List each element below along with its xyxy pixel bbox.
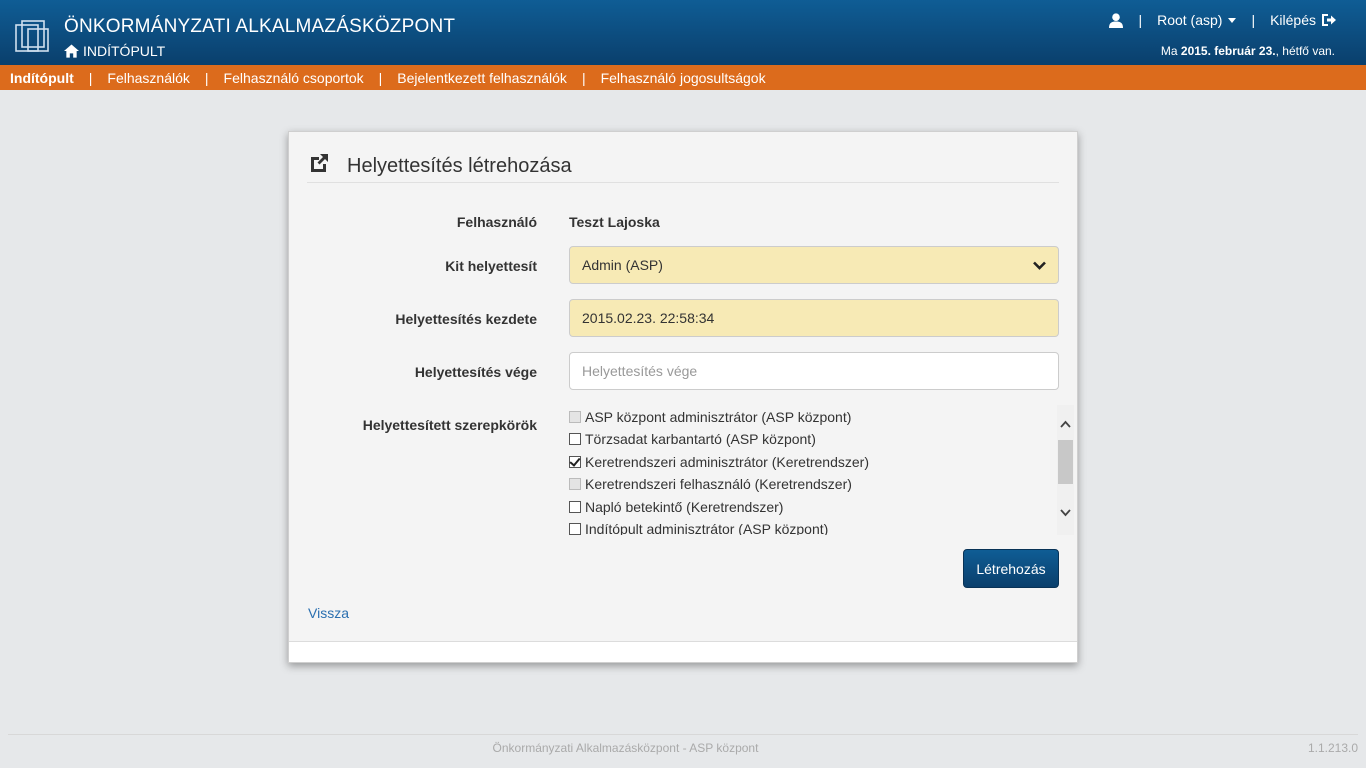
substitute-label: Kit helyettesít [445,258,537,274]
start-label: Helyettesítés kezdete [395,311,537,327]
app-logo-icon [15,20,49,52]
main-nav: Indítópult | Felhasználók | Felhasználó … [0,65,1366,90]
end-placeholder: Helyettesítés vége [582,363,698,379]
app-title: ÖNKORMÁNYZATI ALKALMAZÁSKÖZPONT [64,16,456,37]
start-value: 2015.02.23. 22:58:34 [582,310,715,326]
date-value: 2015. február 23. [1180,44,1276,58]
role-checkbox[interactable] [569,456,581,468]
nav-separator: | [204,69,209,86]
page-footer: Önkormányzati Alkalmazásközpont - ASP kö… [8,734,1358,768]
logout-icon [1322,14,1336,26]
role-checkbox[interactable] [569,433,581,445]
list-item: ASP központ adminisztrátor (ASP központ) [569,409,851,425]
panel-footer [289,641,1077,662]
nav-item-inditopult[interactable]: Indítópult [10,70,74,86]
list-item: Indítópult adminisztrátor (ASP központ) [569,521,828,535]
home-label: INDÍTÓPULT [83,43,166,59]
role-checkbox[interactable] [569,501,581,513]
logout-button[interactable]: Kilépés [1270,12,1336,28]
role-checkbox[interactable] [569,523,581,535]
user-menu[interactable]: Root (asp) [1157,12,1237,28]
nav-separator: | [581,69,586,86]
user-area: | Root (asp) | Kilépés [1109,12,1336,28]
chevron-up-icon[interactable] [1060,419,1071,430]
caret-down-icon [1228,17,1237,23]
role-label[interactable]: Indítópult adminisztrátor (ASP központ) [585,521,828,535]
nav-item-felhasznalok[interactable]: Felhasználók [107,70,190,86]
role-label[interactable]: Keretrendszeri adminisztrátor (Keretrend… [585,454,869,470]
top-header: ÖNKORMÁNYZATI ALKALMAZÁSKÖZPONT INDÍTÓPU… [0,0,1366,65]
footer-text: Önkormányzati Alkalmazásközpont - ASP kö… [492,741,759,755]
nav-separator: | [378,69,383,86]
user-name: Root (asp) [1157,12,1223,28]
user-value: Teszt Lajoska [569,214,660,230]
home-icon [64,44,79,58]
substitution-panel: Helyettesítés létrehozása Felhasználó Te… [288,131,1078,663]
date-line: Ma 2015. február 23., hétfő van. [1161,44,1335,58]
chevron-down-icon [1033,261,1046,270]
list-item: Napló betekintő (Keretrendszer) [569,499,783,515]
role-checkbox [569,411,581,423]
role-label[interactable]: Törzsadat karbantartó (ASP központ) [585,431,816,447]
roles-list: ASP központ adminisztrátor (ASP központ)… [569,405,1074,535]
roles-scrollbar[interactable] [1057,405,1074,535]
panel-title: Helyettesítés létrehozása [347,155,572,177]
role-checkbox [569,478,581,490]
end-input[interactable]: Helyettesítés vége [569,352,1059,390]
header-separator: | [1138,12,1143,28]
home-link[interactable]: INDÍTÓPULT [64,43,165,59]
back-link[interactable]: Vissza [308,605,349,621]
header-separator: | [1251,12,1256,28]
nav-separator: | [88,69,93,86]
list-item: Keretrendszeri adminisztrátor (Keretrend… [569,454,869,470]
date-suffix: , hétfő van. [1275,44,1335,58]
version-label: 1.1.213.0 [1307,741,1358,755]
start-input[interactable]: 2015.02.23. 22:58:34 [569,299,1059,337]
logout-label: Kilépés [1270,12,1316,28]
nav-item-felhasznalo-jogosultsagok[interactable]: Felhasználó jogosultságok [601,70,766,86]
substitute-value: Admin (ASP) [582,257,663,273]
roles-label: Helyettesített szerepkörök [362,417,537,433]
role-label: Keretrendszeri felhasználó (Keretrendsze… [585,476,852,492]
role-label[interactable]: Napló betekintő (Keretrendszer) [585,499,783,515]
panel-header: Helyettesítés létrehozása [307,152,1059,183]
role-label: ASP központ adminisztrátor (ASP központ) [585,409,852,425]
list-item: Keretrendszeri felhasználó (Keretrendsze… [569,476,852,492]
end-label: Helyettesítés vége [414,364,537,380]
user-icon[interactable] [1109,12,1124,28]
chevron-down-icon[interactable] [1060,507,1071,518]
nav-item-felhasznalo-csoportok[interactable]: Felhasználó csoportok [224,70,364,86]
nav-item-bejelentkezett-felhasznalok[interactable]: Bejelentkezett felhasználók [397,70,567,86]
date-prefix: Ma [1160,44,1178,58]
external-link-icon [311,154,328,172]
list-item: Törzsadat karbantartó (ASP központ) [569,431,816,447]
create-button[interactable]: Létrehozás [963,549,1059,588]
scrollbar-thumb[interactable] [1058,440,1073,484]
substitute-select[interactable]: Admin (ASP) [569,246,1059,284]
user-label: Felhasználó [456,214,537,230]
